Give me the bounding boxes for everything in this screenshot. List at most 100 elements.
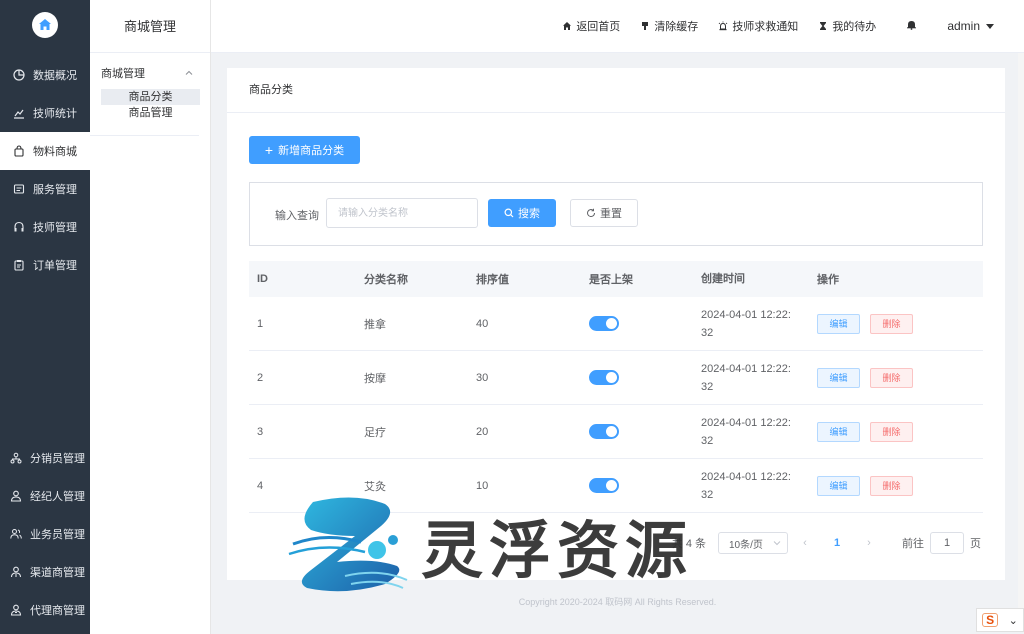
search-icon — [504, 208, 514, 218]
delete-button[interactable]: 删除 — [870, 367, 913, 388]
card-title: 商品分类 — [227, 68, 1005, 113]
on-shelf-switch[interactable] — [589, 370, 619, 385]
cell-actions: 编辑 删除 — [813, 475, 983, 496]
col-header-id: ID — [257, 273, 268, 285]
sidebar-item-label: 数据概况 — [33, 70, 77, 82]
plus-icon: + — [264, 142, 274, 158]
created-date: 2024-04-01 12:22: — [701, 362, 791, 375]
bell-icon — [907, 21, 917, 30]
cell-on-shelf — [589, 424, 701, 439]
sidebar-item-tech-stats[interactable]: 技师统计 — [0, 94, 90, 132]
table-row: 1 推拿 40 2024-04-01 12:22: 32 编辑 删除 — [249, 297, 983, 351]
goto-suffix: 页 — [970, 538, 981, 550]
sidebar-item-order-management[interactable]: 订单管理 — [0, 246, 90, 284]
reset-button[interactable]: 重置 — [570, 199, 638, 227]
goto-page-input[interactable] — [930, 532, 964, 554]
sidebar-item-service-management[interactable]: 服务管理 — [0, 170, 90, 208]
rescue-notice-label: 技师求救通知 — [732, 21, 799, 33]
sidebar-item-agent[interactable]: 代理商管理 — [0, 591, 90, 629]
created-date: 2024-04-01 12:22: — [701, 308, 791, 321]
col-header-sort: 排序值 — [476, 274, 509, 286]
clear-cache-link[interactable]: 清除缓存 — [640, 18, 698, 34]
table-header: ID 分类名称 排序值 是否上架 创建时间 操作 — [249, 261, 983, 297]
sidebar-bottom-group: 分销员管理 经纪人管理 业务员管理 渠道商管理 代理商管理 — [0, 439, 90, 629]
cell-id: 2 — [257, 371, 264, 384]
scrollbar[interactable] — [1018, 53, 1024, 608]
sidebar-item-label: 代理商管理 — [30, 605, 85, 617]
cell-created: 2024-04-01 12:22: 32 — [701, 306, 813, 342]
search-panel: 输入查询 搜索 重置 — [249, 182, 983, 246]
hourglass-icon — [820, 22, 827, 30]
chevron-up-icon — [185, 70, 193, 75]
sidebar-item-channel[interactable]: 渠道商管理 — [0, 553, 90, 591]
service-icon — [12, 182, 26, 196]
cell-sort: 30 — [476, 371, 489, 384]
my-todo-link[interactable]: 我的待办 — [818, 18, 876, 34]
my-todo-label: 我的待办 — [832, 21, 877, 33]
sidebar-item-tech-management[interactable]: 技师管理 — [0, 208, 90, 246]
page-number[interactable]: 1 — [826, 537, 848, 549]
user-menu[interactable]: admin — [947, 19, 994, 33]
created-date: 2024-04-01 12:22: — [701, 470, 791, 483]
delete-button[interactable]: 删除 — [870, 421, 913, 442]
edit-button[interactable]: 编辑 — [817, 367, 860, 388]
sidebar-item-label: 分销员管理 — [30, 453, 85, 465]
rescue-notice-link[interactable]: 技师求救通知 — [718, 18, 798, 34]
created-seconds: 32 — [701, 434, 714, 447]
username: admin — [947, 19, 980, 33]
sub-sidebar-group-toggle[interactable]: 商城管理 — [90, 53, 210, 81]
on-shelf-switch[interactable] — [589, 424, 619, 439]
cell-on-shelf — [589, 370, 701, 385]
search-button-label: 搜索 — [518, 208, 540, 220]
sub-sidebar-group-label: 商城管理 — [101, 68, 145, 80]
add-category-label: 新增商品分类 — [278, 145, 345, 157]
next-page-icon[interactable]: › — [858, 537, 880, 549]
cell-name: 足疗 — [364, 426, 386, 439]
back-home-link[interactable]: 返回首页 — [562, 18, 620, 34]
edit-button[interactable]: 编辑 — [817, 421, 860, 442]
sidebar-item-data-overview[interactable]: 数据概况 — [0, 56, 90, 94]
table-row: 2 按摩 30 2024-04-01 12:22: 32 编辑 删除 — [249, 351, 983, 405]
sub-sidebar-item-category[interactable]: 商品分类 — [101, 89, 200, 105]
notification-bell[interactable] — [906, 19, 917, 33]
col-header-name: 分类名称 — [364, 274, 408, 286]
edit-button[interactable]: 编辑 — [817, 475, 860, 496]
sidebar-item-label: 技师统计 — [33, 108, 77, 120]
on-shelf-switch[interactable] — [589, 316, 619, 331]
sidebar-item-material-mall[interactable]: 物料商城 — [0, 132, 90, 170]
col-header-created: 创建时间 — [701, 273, 745, 285]
table-row: 3 足疗 20 2024-04-01 12:22: 32 编辑 删除 — [249, 405, 983, 459]
refresh-icon — [587, 208, 596, 218]
watermark-logo-icon — [288, 497, 408, 592]
watermark-text: 灵浮资源 — [421, 514, 694, 587]
top-bar: 返回首页 清除缓存 技师求救通知 我的待办 admin — [211, 0, 1024, 53]
brush-icon — [642, 22, 649, 30]
col-header-on-shelf: 是否上架 — [589, 274, 633, 286]
sidebar-item-label: 渠道商管理 — [30, 567, 85, 579]
channel-icon — [9, 565, 23, 579]
cell-actions: 编辑 删除 — [813, 421, 983, 442]
headset-icon — [12, 220, 26, 234]
ime-widget[interactable]: S ⌄ — [976, 608, 1024, 632]
sidebar-item-salesman[interactable]: 业务员管理 — [0, 515, 90, 553]
agent-icon — [9, 603, 23, 617]
main-sidebar: 数据概况 技师统计 物料商城 服务管理 技师管理 订单管理 分销员管理 经纪人管… — [0, 0, 90, 634]
alarm-icon — [718, 21, 728, 31]
search-button[interactable]: 搜索 — [488, 199, 556, 227]
home-icon — [563, 22, 572, 30]
sidebar-item-broker[interactable]: 经纪人管理 — [0, 477, 90, 515]
prev-page-icon[interactable]: ‹ — [794, 537, 816, 549]
sub-sidebar-list: 商品分类 商品管理 — [90, 81, 200, 136]
sub-sidebar: 商城管理 商城管理 商品分类 商品管理 — [90, 0, 211, 634]
delete-button[interactable]: 删除 — [870, 313, 913, 334]
edit-button[interactable]: 编辑 — [817, 313, 860, 334]
sidebar-item-distributor[interactable]: 分销员管理 — [0, 439, 90, 477]
category-name-input[interactable] — [326, 198, 478, 228]
delete-button[interactable]: 删除 — [870, 475, 913, 496]
home-logo-icon[interactable] — [32, 12, 58, 38]
add-category-button[interactable]: + 新增商品分类 — [249, 136, 360, 164]
sub-sidebar-item-product[interactable]: 商品管理 — [101, 105, 200, 121]
users-icon — [9, 527, 23, 541]
created-seconds: 32 — [701, 326, 714, 339]
sidebar-top-group: 数据概况 技师统计 物料商城 服务管理 技师管理 订单管理 — [0, 56, 90, 284]
